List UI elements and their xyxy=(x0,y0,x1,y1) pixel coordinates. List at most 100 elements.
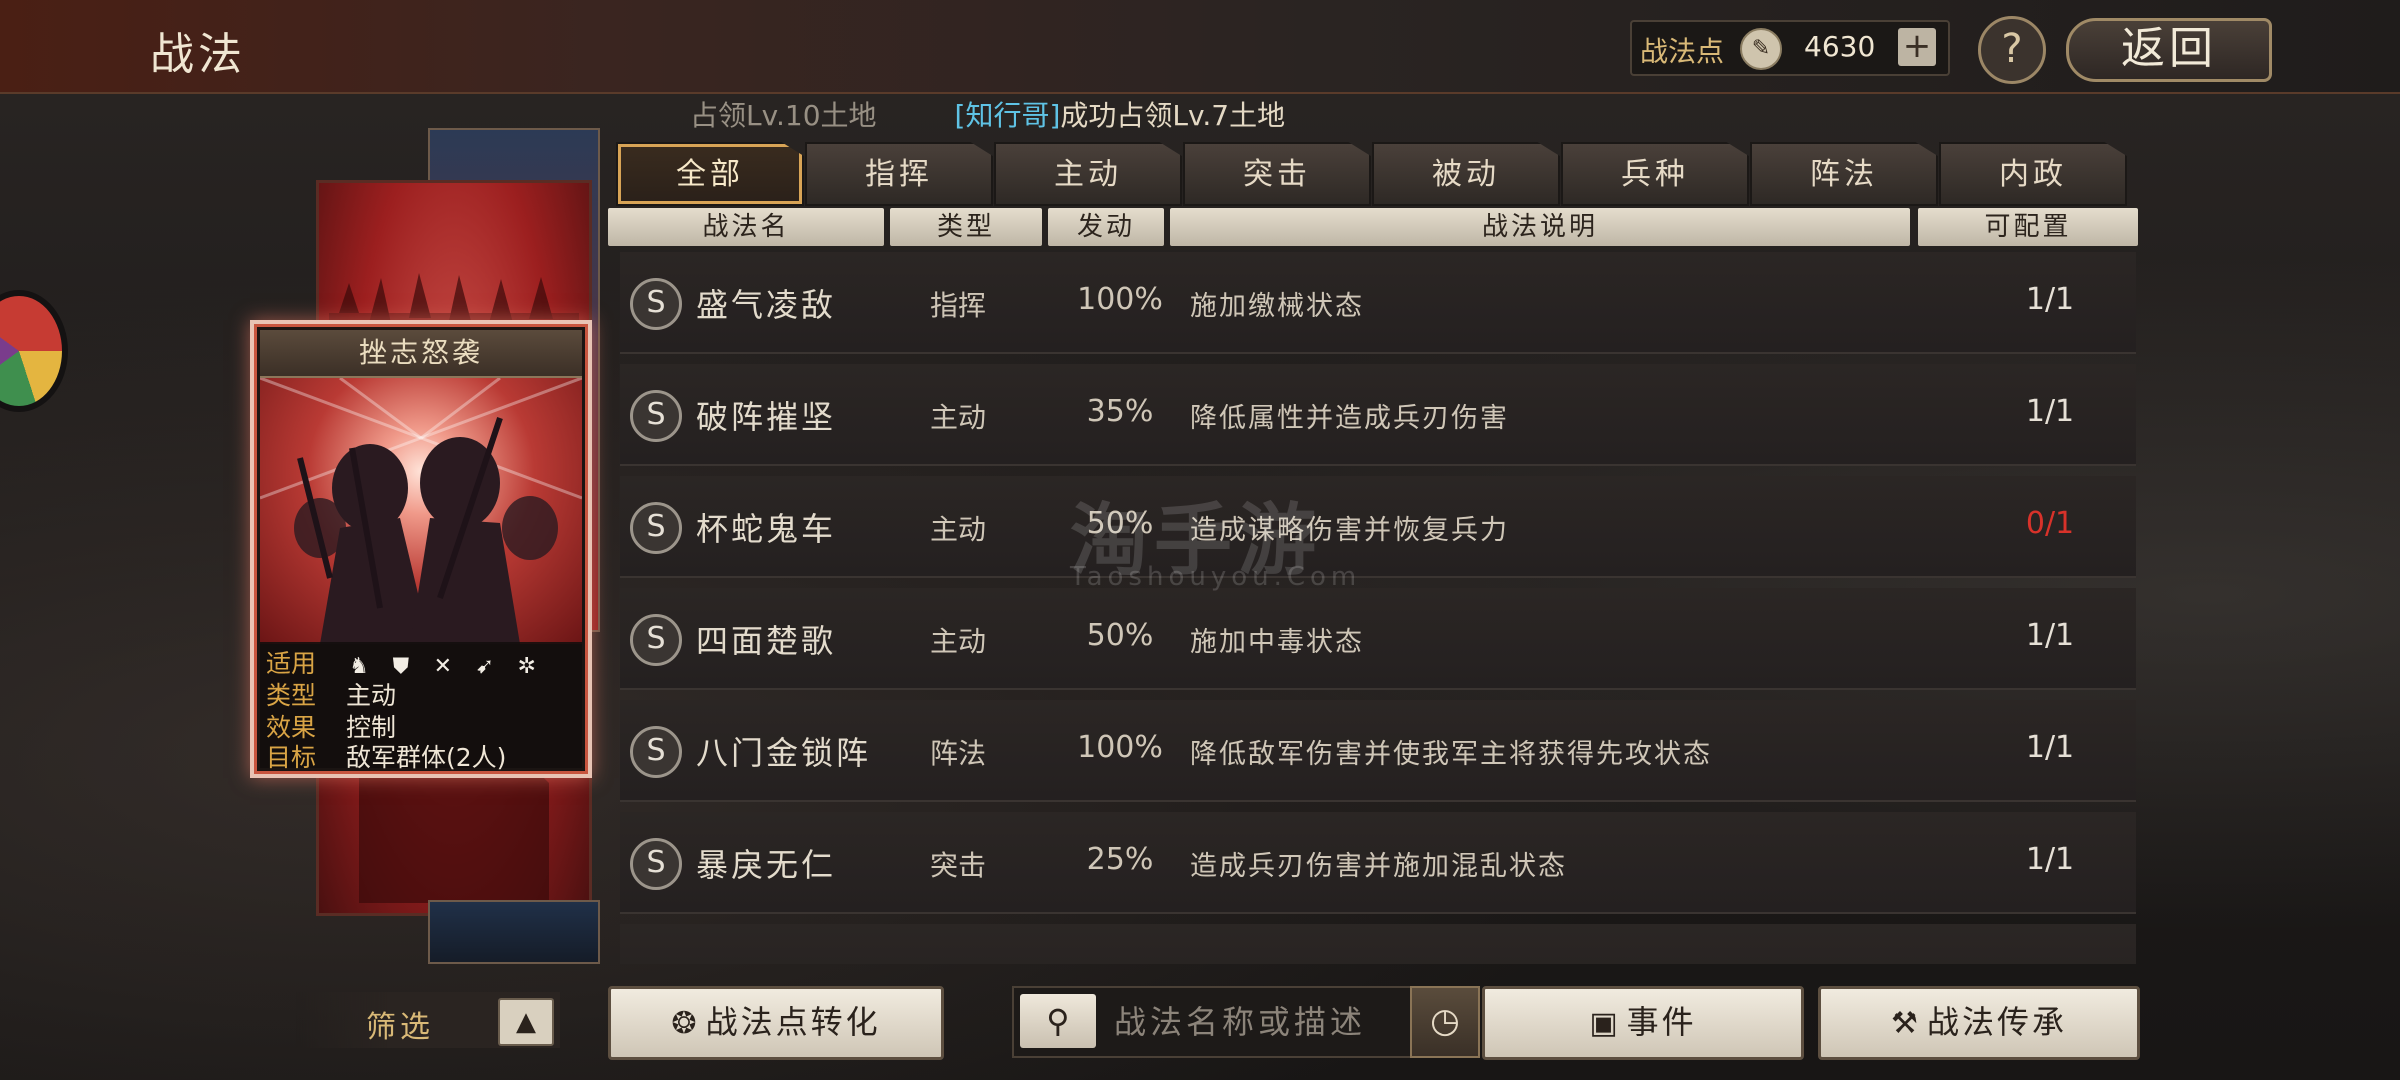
skill-points-coin-icon: ✎ xyxy=(1740,28,1782,70)
skill-description: 造成兵刃伤害并施加混乱状态 xyxy=(1190,851,1567,882)
skill-trigger-rate: 25% xyxy=(1086,842,1154,877)
skill-row[interactable]: S 八门金锁阵 阵法 100% 降低敌军伤害并使我军主将获得先攻状态 1/1 xyxy=(620,700,2136,802)
column-header-type[interactable]: 类型 xyxy=(890,208,1042,246)
card-row-value: 敌军群体(2人) xyxy=(345,743,507,772)
column-header-trigger[interactable]: 发动 xyxy=(1048,208,1164,246)
search-icon: ⚲ xyxy=(1046,1002,1070,1040)
column-header-name[interactable]: 战法名 xyxy=(608,208,884,246)
skill-row-partial[interactable] xyxy=(620,924,2136,964)
card-row-type: 类型 主动 xyxy=(266,676,396,710)
crossed-bow-icon: ✕ xyxy=(433,654,453,679)
selected-skill-card[interactable]: 挫志怒袭 适用 ♞ ⛊ ✕ ➹ ✲ 类型 主动 效果 控制 目标 敌军群体(2人… xyxy=(250,320,592,778)
skill-available: 1/1 xyxy=(2025,842,2075,877)
skill-description: 施加缴械状态 xyxy=(1190,291,1364,322)
skill-inherit-label: 战法传承 xyxy=(1926,1003,2067,1041)
grade-badge: S xyxy=(630,838,682,890)
column-header-description: 战法说明 xyxy=(1170,208,1910,246)
skill-row[interactable]: S 四面楚歌 主动 50% 施加中毒状态 1/1 xyxy=(620,588,2136,690)
filter-toggle-button[interactable]: ▲ xyxy=(498,998,554,1046)
tab-formation[interactable]: 阵法 xyxy=(1750,142,1938,206)
convert-points-label: 战法点转化 xyxy=(705,1003,881,1041)
skill-available: 1/1 xyxy=(2025,730,2075,765)
tab-troop[interactable]: 兵种 xyxy=(1561,142,1749,206)
tab-passive[interactable]: 被动 xyxy=(1372,142,1560,206)
grade-badge: S xyxy=(630,726,682,778)
skill-name: 暴戾无仁 xyxy=(696,846,837,884)
history-clock-button[interactable]: ◷ xyxy=(1410,986,1480,1058)
tab-active[interactable]: 主动 xyxy=(994,142,1182,206)
hammer-icon: ⚒ xyxy=(1891,1006,1921,1041)
grade-badge: S xyxy=(630,390,682,442)
skill-name: 四面楚歌 xyxy=(696,622,837,660)
search-box: ⚲ xyxy=(1012,986,1412,1058)
ticker-message-1: 占领Lv.10土地 xyxy=(690,99,877,132)
flame-icon: ❂ xyxy=(671,1006,700,1041)
help-button[interactable]: ? xyxy=(1978,16,2046,84)
grade-badge: S xyxy=(630,278,682,330)
tab-assault[interactable]: 突击 xyxy=(1183,142,1371,206)
ticker-message-2: 成功占领Lv.7土地 xyxy=(1060,99,1286,132)
event-label: 事件 xyxy=(1626,1003,1697,1041)
skill-type: 突击 xyxy=(930,849,987,882)
card-info-panel: 适用 ♞ ⛊ ✕ ➹ ✲ 类型 主动 效果 控制 目标 敌军群体(2人) xyxy=(260,642,582,772)
skill-name: 八门金锁阵 xyxy=(696,734,872,772)
skill-type: 主动 xyxy=(930,513,987,546)
skill-type: 主动 xyxy=(930,401,987,434)
skill-available: 1/1 xyxy=(2025,282,2075,317)
ticker-player-name[interactable]: [知行哥] xyxy=(955,99,1061,132)
skill-row[interactable]: S 杯蛇鬼车 主动 50% 造成谋略伤害并恢复兵力 0/1 xyxy=(620,476,2136,578)
skill-description: 降低敌军伤害并使我军主将获得先攻状态 xyxy=(1190,739,1712,770)
side-menu-orb-icon[interactable] xyxy=(0,290,68,412)
skill-trigger-rate: 100% xyxy=(1077,282,1163,317)
skill-type: 阵法 xyxy=(930,737,987,770)
skill-available: 1/1 xyxy=(2025,618,2075,653)
card-row-effect: 效果 控制 xyxy=(266,708,396,742)
card-back-bottom xyxy=(428,900,600,964)
tab-all[interactable]: 全部 xyxy=(616,142,804,206)
column-header-available[interactable]: 可配置 xyxy=(1918,208,2138,246)
skill-points-value: 4630 xyxy=(1804,30,1876,63)
clock-icon: ◷ xyxy=(1430,1001,1460,1041)
card-art-image xyxy=(260,378,582,644)
search-button[interactable]: ⚲ xyxy=(1020,994,1096,1048)
alert-icon: ▣ xyxy=(1589,1006,1621,1041)
tab-internal-affairs[interactable]: 内政 xyxy=(1939,142,2127,206)
skill-trigger-rate: 50% xyxy=(1086,618,1154,653)
filter-label[interactable]: 筛选 xyxy=(366,1002,434,1046)
grade-badge: S xyxy=(630,614,682,666)
back-button[interactable]: 返回 xyxy=(2066,18,2272,82)
skill-points-box: 战法点 ✎ 4630 + xyxy=(1630,20,1950,76)
card-row-value: 主动 xyxy=(345,681,396,710)
skill-row[interactable]: S 盛气凌敌 指挥 100% 施加缴械状态 1/1 xyxy=(620,252,2136,354)
card-row-key: 类型 xyxy=(266,681,317,710)
add-points-button[interactable]: + xyxy=(1898,28,1936,66)
wheel-icon: ✲ xyxy=(517,654,536,679)
skill-row[interactable]: S 破阵摧坚 主动 35% 降低属性并造成兵刃伤害 1/1 xyxy=(620,364,2136,466)
skill-type: 指挥 xyxy=(930,289,987,322)
spear-icon: ➹ xyxy=(475,654,495,679)
grade-badge: S xyxy=(630,502,682,554)
news-ticker: 占领Lv.10土地 [知行哥]成功占领Lv.7土地 xyxy=(690,94,1285,134)
filter-box: 筛选 ▲ xyxy=(296,992,560,1048)
skill-inherit-button[interactable]: ⚒ 战法传承 xyxy=(1818,986,2140,1060)
skill-row[interactable]: S 暴戾无仁 突击 25% 造成兵刃伤害并施加混乱状态 1/1 xyxy=(620,812,2136,914)
skill-available: 1/1 xyxy=(2025,394,2075,429)
skill-trigger-rate: 35% xyxy=(1086,394,1154,429)
card-row-key: 适用 xyxy=(266,649,317,678)
skill-name: 破阵摧坚 xyxy=(696,398,837,436)
card-row-target: 目标 敌军群体(2人) xyxy=(266,738,507,772)
search-input[interactable] xyxy=(1112,994,1402,1050)
skill-description: 施加中毒状态 xyxy=(1190,627,1364,658)
skill-available: 0/1 xyxy=(2025,506,2075,541)
skill-points-label: 战法点 xyxy=(1640,35,1725,68)
warriors-silhouette xyxy=(260,378,582,644)
watermark-sub: Taoshouyou.Com xyxy=(1070,562,1362,592)
page-title: 战法 xyxy=(150,29,246,80)
card-title: 挫志怒袭 xyxy=(260,330,582,378)
convert-points-button[interactable]: ❂ 战法点转化 xyxy=(608,986,944,1060)
card-row-applicable: 适用 ♞ ⛊ ✕ ➹ ✲ xyxy=(266,644,548,679)
tab-command[interactable]: 指挥 xyxy=(805,142,993,206)
skill-list[interactable]: S 盛气凌敌 指挥 100% 施加缴械状态 1/1 S 破阵摧坚 主动 35% … xyxy=(608,252,2138,964)
skill-type: 主动 xyxy=(930,625,987,658)
event-button[interactable]: ▣ 事件 xyxy=(1482,986,1804,1060)
